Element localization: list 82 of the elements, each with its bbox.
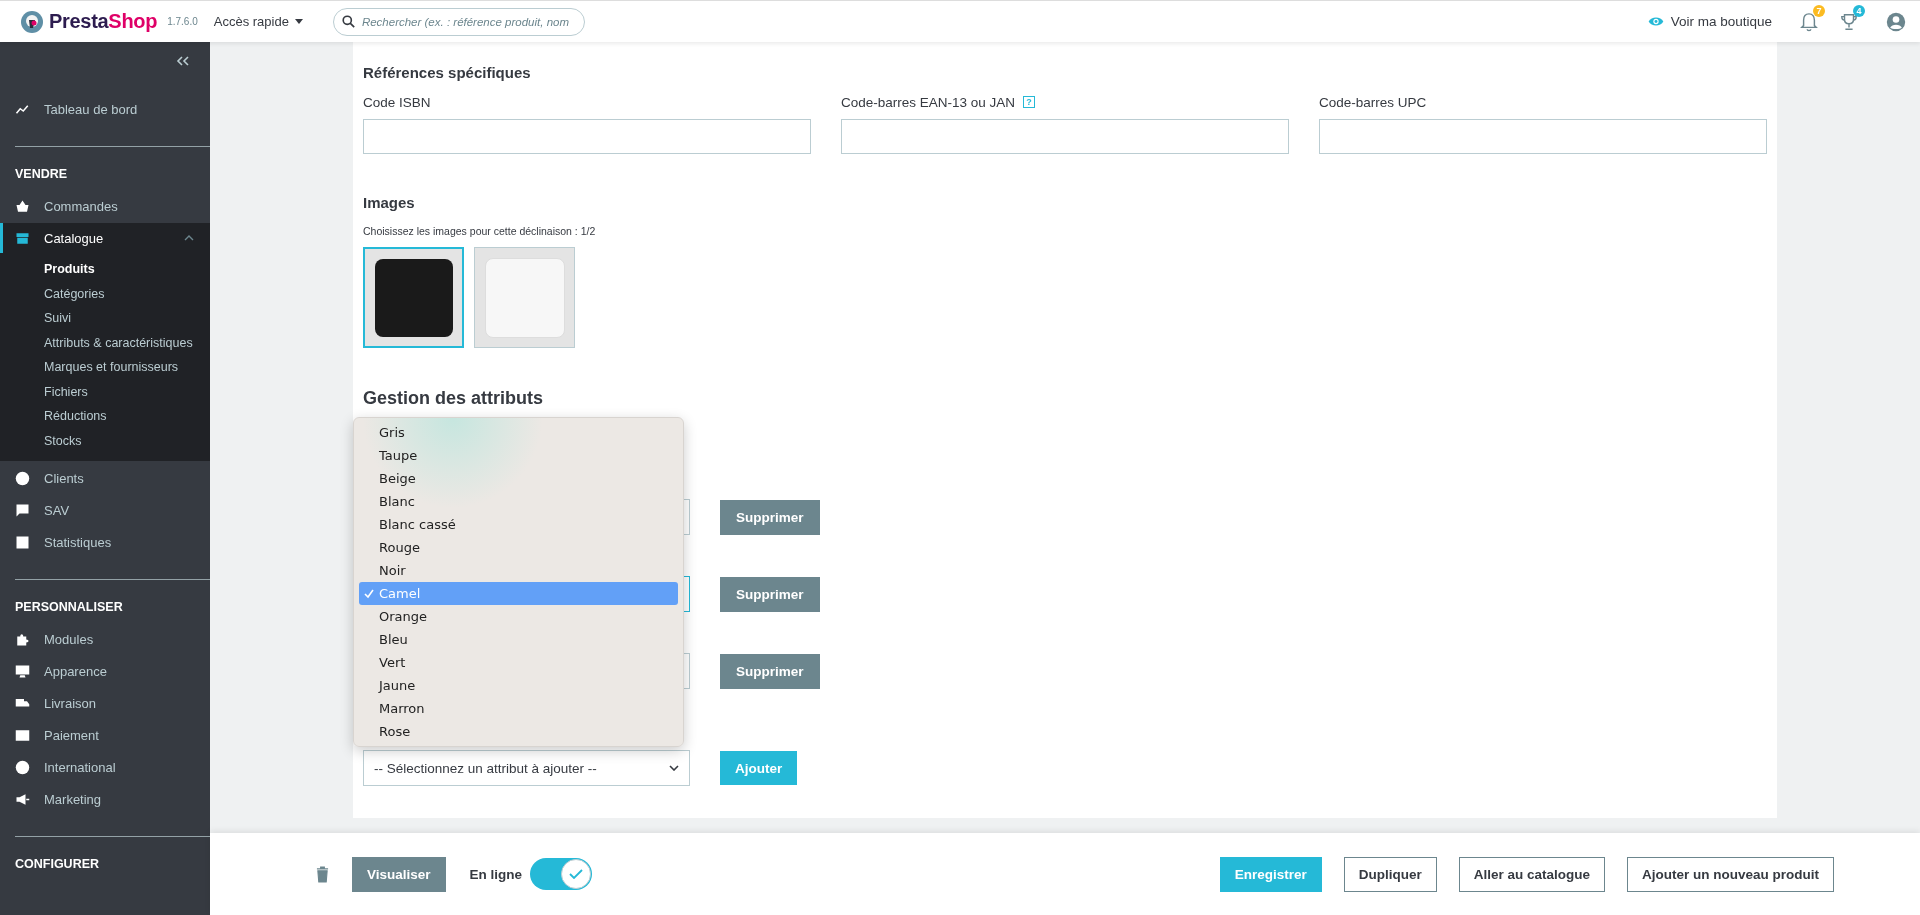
text-input[interactable] (841, 119, 1289, 154)
image-thumbnail[interactable] (474, 247, 575, 348)
store-icon (15, 230, 30, 246)
text-input[interactable] (1319, 119, 1767, 154)
submenu-item[interactable]: Marques et fournisseurs (44, 355, 210, 380)
sidebar-item[interactable]: Livraison (0, 688, 210, 718)
footer-button[interactable]: Dupliquer (1343, 856, 1437, 892)
sidebar-item[interactable]: Apparence (0, 656, 210, 686)
footer-button[interactable]: Aller au catalogue (1458, 856, 1605, 892)
puzzle-icon (15, 631, 30, 647)
dropdown-option[interactable]: Gris (359, 421, 678, 444)
collapse-icon[interactable] (176, 56, 190, 66)
user-avatar-icon[interactable] (1886, 11, 1906, 32)
section-heading: CONFIGURER (14, 856, 101, 873)
notification-count-badge: 7 (1813, 4, 1825, 17)
quick-access-menu[interactable]: Accès rapide (213, 14, 303, 29)
dropdown-option[interactable]: Blanc (359, 490, 678, 513)
sidebar-item[interactable]: Modules (0, 624, 210, 654)
submenu-item[interactable]: Produits (44, 257, 210, 282)
dropdown-option[interactable]: Rose (359, 720, 678, 743)
achievement-count-badge: 4 (1853, 4, 1865, 17)
section-heading: VENDRE (14, 166, 69, 183)
view-shop-link[interactable]: Voir ma boutique (1647, 14, 1772, 29)
dropdown-option[interactable]: Bleu (359, 628, 678, 651)
section-title: Images (363, 194, 416, 211)
online-switch[interactable] (530, 858, 593, 890)
delete-button[interactable]: Supprimer (720, 653, 820, 689)
field-label: Code-barres EAN-13 ou JAN (841, 94, 1016, 110)
dropdown-option[interactable]: Vert (359, 651, 678, 674)
delete-button[interactable]: Supprimer (720, 499, 820, 535)
field-label: Code-barres UPC (1319, 94, 1427, 110)
eye-icon (1647, 16, 1664, 27)
sidebar-item[interactable]: Marketing (0, 784, 210, 814)
text-input[interactable] (363, 119, 811, 154)
trash-icon[interactable] (316, 865, 329, 883)
dropdown-option[interactable]: Jaune (359, 674, 678, 697)
caret-icon (669, 765, 679, 771)
dropdown-option[interactable]: Beige (359, 467, 678, 490)
field-label: Code ISBN (363, 94, 431, 110)
chevron-icon (184, 235, 194, 241)
attribute-select[interactable]: -- Sélectionnez un attribut à ajouter -- (363, 750, 690, 786)
monitor-icon (15, 663, 30, 679)
dropdown-option[interactable]: Rouge (359, 536, 678, 559)
brand-name[interactable]: PrestaShop (49, 10, 158, 33)
sidebar-item[interactable]: Statistiques (0, 527, 210, 557)
puffin-logo-icon (20, 9, 44, 34)
search-field[interactable]: Rechercher (ex. : référence produit, nom (332, 7, 585, 36)
dropdown-option[interactable]: Blanc cassé (359, 513, 678, 536)
dropdown-option[interactable]: Orange (359, 605, 678, 628)
sidebar-item[interactable]: Tableau de bord (0, 94, 210, 124)
dropdown-option[interactable]: Noir (359, 559, 678, 582)
submenu-item[interactable]: Réductions (44, 404, 210, 429)
trophy-icon[interactable] (1840, 11, 1858, 32)
footer-button[interactable]: Ajouter un nouveau produit (1627, 856, 1834, 892)
sidebar-item[interactable]: Commandes (0, 191, 210, 221)
preview-button[interactable]: Visualiser (352, 856, 446, 892)
image-thumbnail[interactable] (363, 247, 464, 348)
sidebar-item[interactable]: Paiement (0, 720, 210, 750)
submenu-item[interactable]: Attributs & caractéristiques (44, 330, 210, 355)
delete-button[interactable]: Supprimer (720, 576, 820, 612)
online-label: En ligne (469, 866, 523, 882)
sidebar-item[interactable]: International (0, 752, 210, 782)
checkmark-icon (364, 588, 374, 599)
submenu-item[interactable]: Suivi (44, 306, 210, 331)
dropdown-option[interactable]: Taupe (359, 444, 678, 467)
megaphone-icon (15, 791, 30, 807)
version-text: 1.7.6.0 (167, 16, 198, 27)
sidebar-item[interactable]: SAV (0, 495, 210, 525)
submenu-item[interactable]: Catégories (44, 281, 210, 306)
section-title: Références spécifiques (363, 64, 532, 81)
bell-icon[interactable] (1800, 11, 1818, 32)
section-heading: PERSONNALISER (14, 599, 124, 616)
basket-icon (15, 198, 30, 214)
submenu-item[interactable]: Fichiers (44, 379, 210, 404)
checkmark-icon (569, 869, 584, 879)
images-caption: Choisissez les images pour cette déclinaison : 1/2 (363, 225, 597, 237)
submenu-item[interactable]: Stocks (44, 428, 210, 453)
sidebar-item[interactable]: Clients (0, 463, 210, 493)
section-title: Gestion des attributs (363, 388, 545, 409)
dropdown-option[interactable]: Marron (359, 697, 678, 720)
caret-icon (294, 19, 303, 24)
chat-icon (15, 502, 30, 518)
